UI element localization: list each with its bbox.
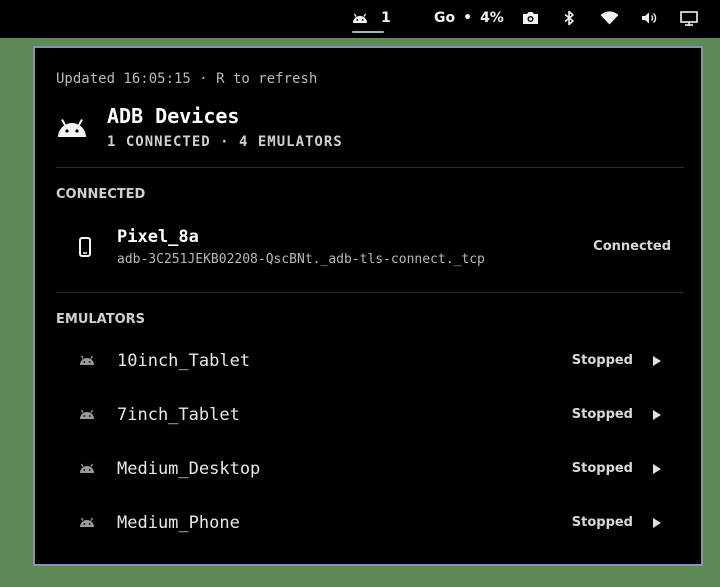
wifi-icon[interactable]	[600, 0, 619, 36]
device-name: Pixel_8a	[117, 227, 199, 247]
go-indicator[interactable]: Go • 4%	[434, 0, 504, 36]
android-icon	[80, 517, 94, 527]
emulator-status: Stopped	[571, 461, 633, 476]
emulator-row[interactable]: 10inch_Tablet Stopped	[35, 343, 701, 383]
panel-title: ADB Devices	[107, 104, 240, 128]
android-icon	[80, 463, 94, 473]
emulator-row[interactable]: Medium_Desktop Stopped	[35, 451, 701, 491]
active-indicator	[352, 31, 384, 33]
android-icon	[58, 119, 86, 137]
phone-icon	[79, 237, 91, 257]
emulator-name: 10inch_Tablet	[117, 351, 251, 371]
emulator-row[interactable]: 7inch_Tablet Stopped	[35, 397, 701, 437]
play-icon[interactable]	[652, 356, 661, 366]
emulator-status: Stopped	[571, 515, 633, 530]
play-icon[interactable]	[652, 464, 661, 474]
device-id: adb-3C251JEKB02208-QscBNt._adb-tls-conne…	[117, 252, 485, 267]
emulator-name: Medium_Desktop	[117, 459, 261, 479]
emulator-name: 7inch_Tablet	[117, 405, 240, 425]
play-icon[interactable]	[652, 410, 661, 420]
emulator-status: Stopped	[571, 353, 633, 368]
connected-section-label: CONNECTED	[56, 187, 146, 202]
volume-icon[interactable]	[641, 0, 658, 36]
go-separator: •	[463, 10, 473, 26]
emulator-name: Medium_Phone	[117, 513, 240, 533]
emulator-status: Stopped	[571, 407, 633, 422]
divider	[56, 167, 684, 168]
cpu-percent: 4%	[480, 10, 504, 26]
play-icon[interactable]	[652, 518, 661, 528]
panel-subtitle: 1 CONNECTED · 4 EMULATORS	[107, 134, 343, 150]
bluetooth-icon[interactable]	[563, 0, 575, 36]
android-icon	[353, 13, 367, 23]
emulators-section-label: EMULATORS	[56, 312, 146, 327]
device-status: Connected	[593, 239, 671, 254]
top-bar: 1 Go • 4%	[0, 0, 720, 38]
android-icon	[80, 409, 94, 419]
emulator-row[interactable]: Medium_Phone Stopped	[35, 505, 701, 545]
screenshot-icon[interactable]	[522, 0, 539, 36]
adb-devices-panel: Updated 16:05:15 · R to refresh ADB Devi…	[33, 46, 703, 566]
updated-text: Updated 16:05:15 · R to refresh	[56, 71, 318, 87]
divider	[56, 292, 684, 293]
display-icon[interactable]	[680, 0, 698, 36]
android-icon	[80, 355, 94, 365]
adb-count: 1	[381, 10, 391, 26]
go-label: Go	[434, 10, 456, 26]
